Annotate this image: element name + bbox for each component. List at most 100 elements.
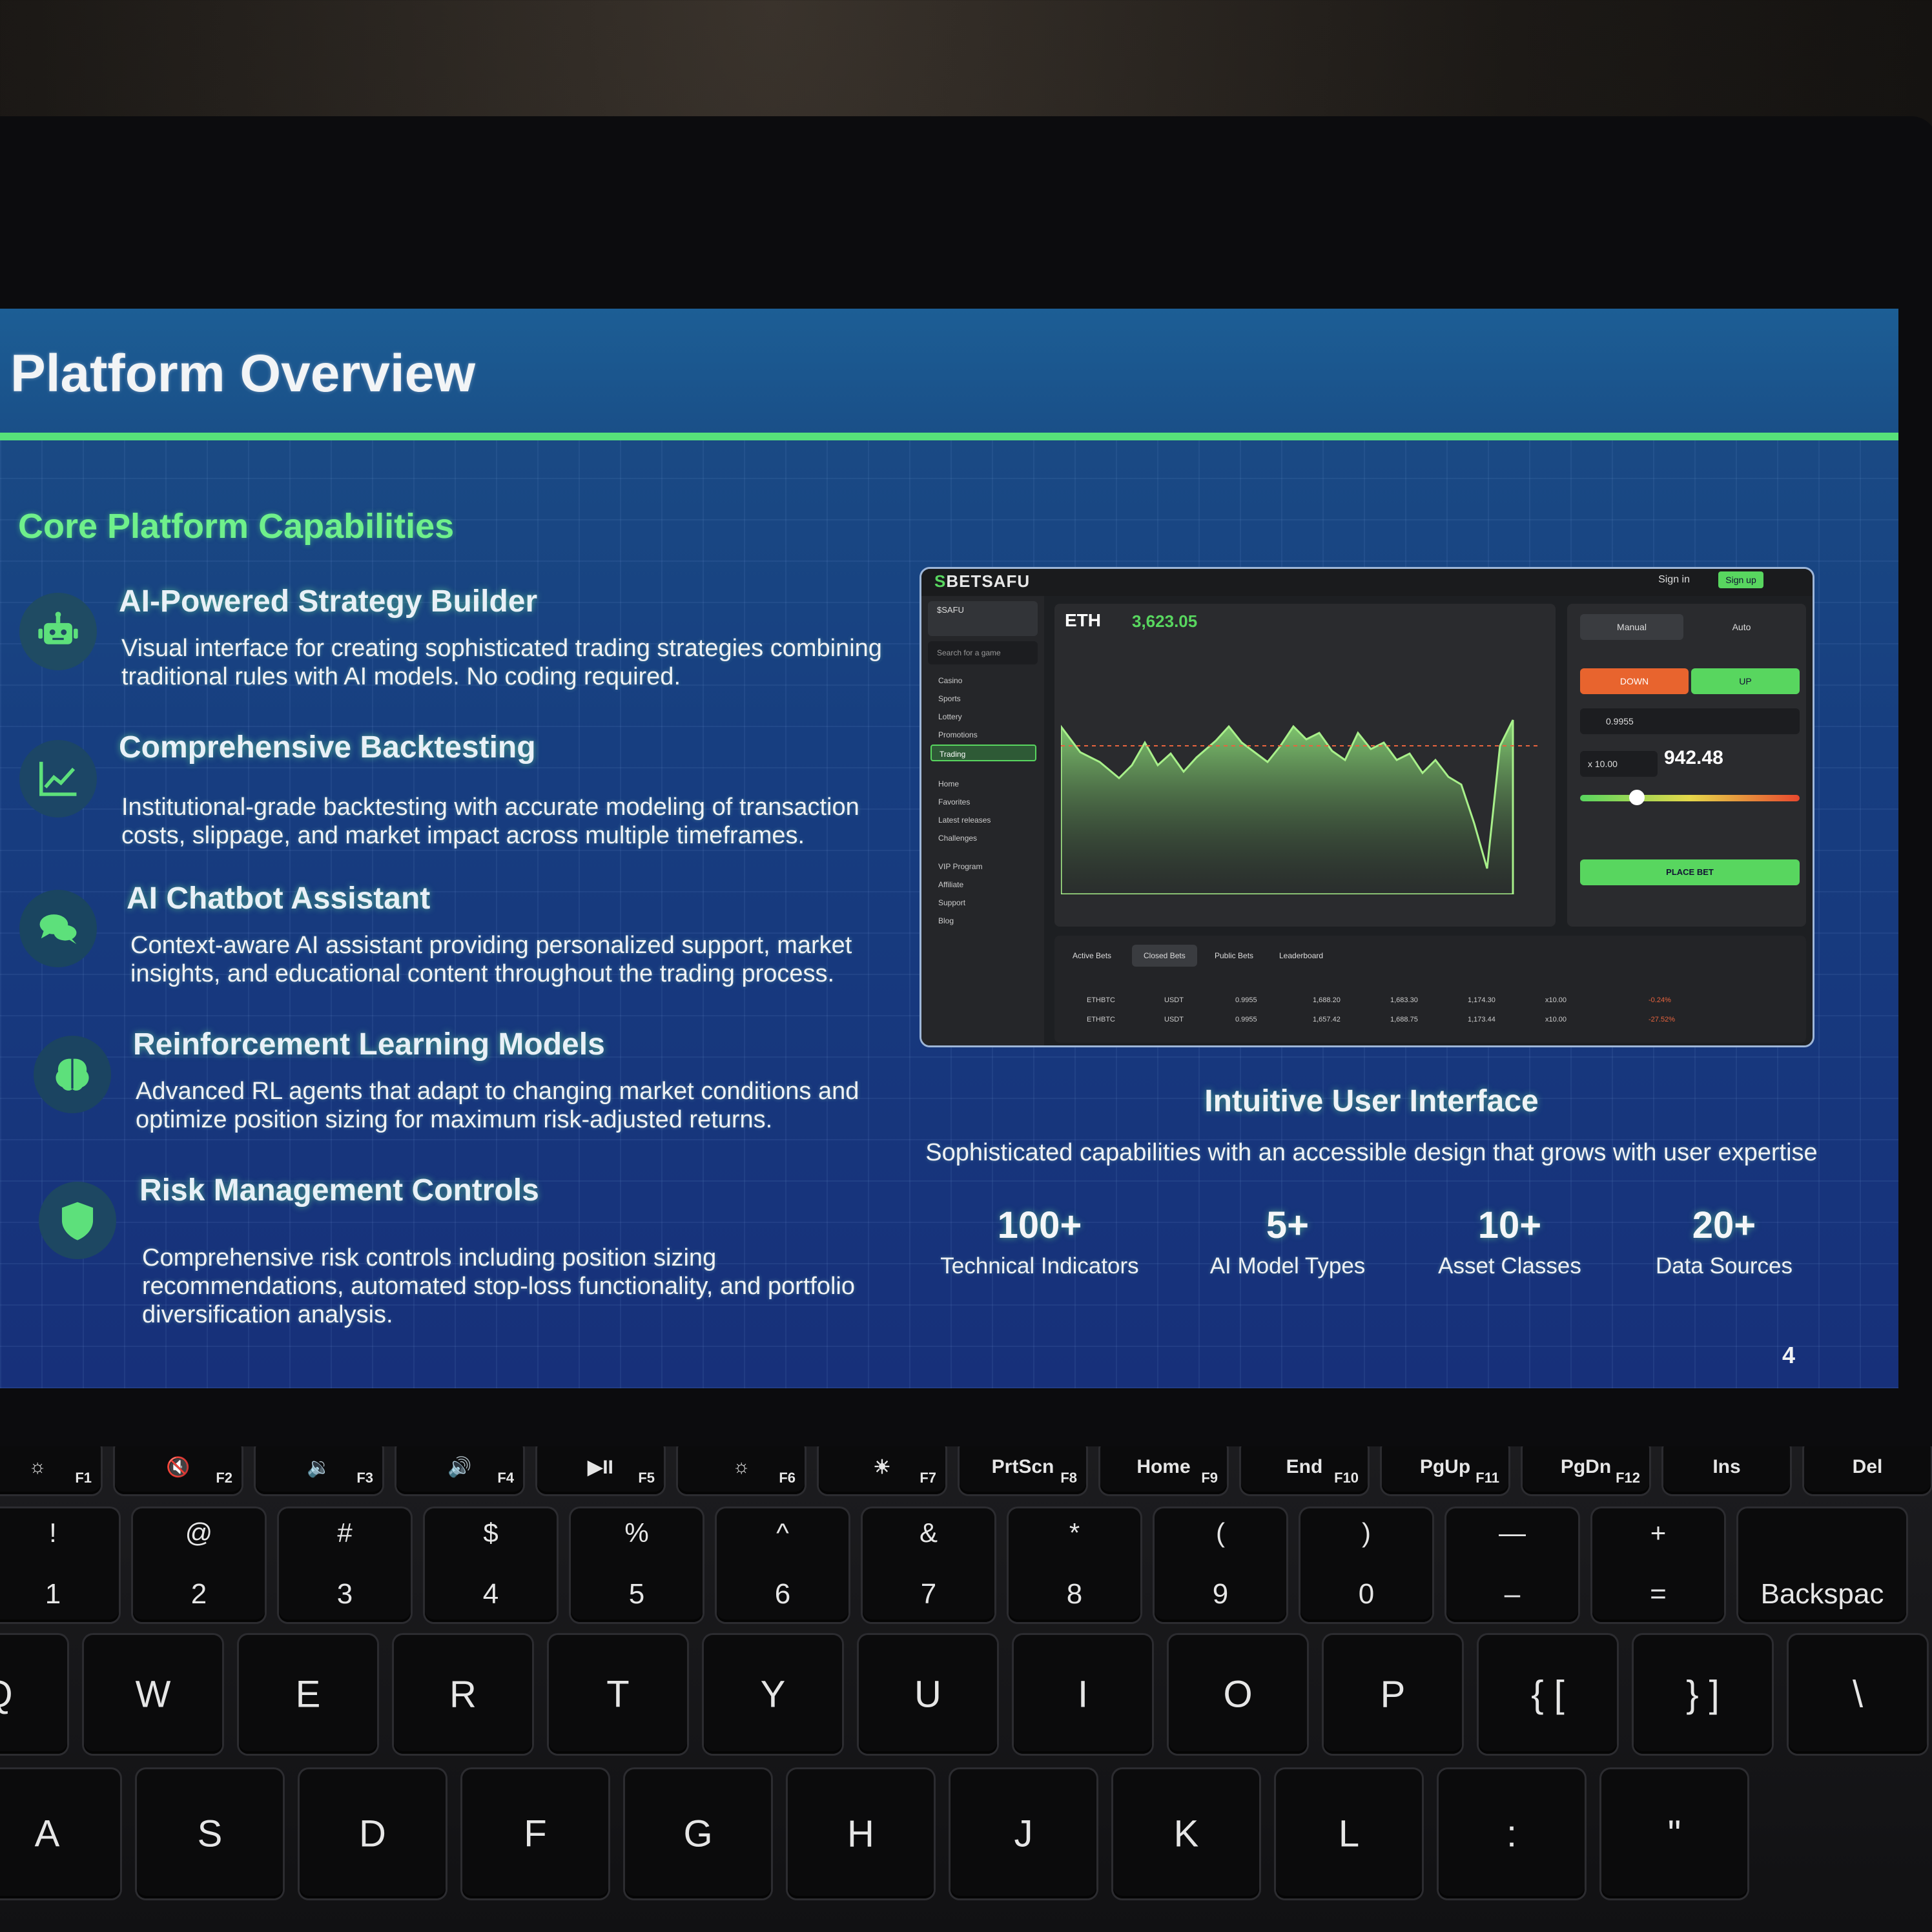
key-f4[interactable]: 🔊 F4 xyxy=(396,1446,523,1494)
sidebar-item-support[interactable]: Support xyxy=(930,894,1036,911)
sidebar-item-affiliate[interactable]: Affiliate xyxy=(930,876,1036,893)
key-label: K xyxy=(1173,1813,1199,1855)
sidebar-item-home[interactable]: Home xyxy=(930,776,1036,792)
key-8[interactable]: * 8 xyxy=(1009,1508,1140,1622)
search-input[interactable]: Search for a game xyxy=(928,641,1038,664)
key-punct[interactable]: " xyxy=(1601,1769,1747,1898)
key-0[interactable]: ) 0 xyxy=(1300,1508,1432,1622)
key-j[interactable]: J xyxy=(951,1769,1096,1898)
multiplier-input[interactable]: x 10.00 xyxy=(1580,751,1658,777)
tab-leaderboard[interactable]: Leaderboard xyxy=(1268,945,1335,967)
feature-description: Visual interface for creating sophistica… xyxy=(121,635,882,690)
stat-value: 100+ xyxy=(997,1204,1082,1246)
key-f2[interactable]: 🔇 F2 xyxy=(115,1446,242,1494)
place-bet-button[interactable]: PLACE BET xyxy=(1580,859,1800,885)
key-f8[interactable]: PrtScn F8 xyxy=(960,1446,1086,1494)
tab-public-bets[interactable]: Public Bets xyxy=(1203,945,1265,967)
key-[interactable]: } ] xyxy=(1634,1635,1772,1754)
feature-title: Risk Management Controls xyxy=(139,1173,539,1208)
slider-handle[interactable] xyxy=(1629,790,1645,805)
key-l[interactable]: L xyxy=(1276,1769,1422,1898)
key-f3[interactable]: 🔉 F3 xyxy=(256,1446,382,1494)
key-fn-label: F6 xyxy=(779,1470,796,1486)
key-i[interactable]: I xyxy=(1014,1635,1152,1754)
key-label: 8 xyxy=(1066,1578,1083,1610)
key-f12[interactable]: PgDn F12 xyxy=(1523,1446,1649,1494)
sidebar-item-sports[interactable]: Sports xyxy=(930,690,1036,707)
bet-cell-wager: 0.9955 xyxy=(1235,1016,1257,1023)
key-f10[interactable]: End F10 xyxy=(1241,1446,1368,1494)
key-f9[interactable]: Home F9 xyxy=(1100,1446,1227,1494)
key-punct[interactable]: : xyxy=(1439,1769,1585,1898)
asset-label[interactable]: ETH xyxy=(1065,610,1101,631)
tab-active-bets[interactable]: Active Bets xyxy=(1061,945,1123,967)
sidebar-item-vip-program[interactable]: VIP Program xyxy=(930,858,1036,875)
key-u[interactable]: U xyxy=(859,1635,997,1754)
key-label: 2 xyxy=(190,1578,207,1610)
key-[interactable]: { [ xyxy=(1479,1635,1617,1754)
sign-in-link[interactable]: Sign in xyxy=(1658,574,1690,586)
sidebar-item-lottery[interactable]: Lottery xyxy=(930,708,1036,725)
multiplier-slider[interactable] xyxy=(1580,795,1800,801)
sidebar-item-favorites[interactable]: Favorites xyxy=(930,794,1036,810)
sign-up-button[interactable]: Sign up xyxy=(1718,571,1763,588)
key-del[interactable]: Del xyxy=(1804,1446,1931,1494)
key-f1[interactable]: ☼ F1 xyxy=(0,1446,101,1494)
section-title: Core Platform Capabilities xyxy=(18,507,455,546)
tab-closed-bets[interactable]: Closed Bets xyxy=(1132,945,1197,967)
key-h[interactable]: H xyxy=(788,1769,934,1898)
key-k[interactable]: K xyxy=(1113,1769,1259,1898)
key-shift-label: — xyxy=(1499,1517,1526,1548)
up-button[interactable]: UP xyxy=(1691,668,1800,694)
key-3[interactable]: #3 xyxy=(279,1508,411,1622)
sidebar-item-blog[interactable]: Blog xyxy=(930,912,1036,929)
key-f[interactable]: F xyxy=(462,1769,608,1898)
key-g[interactable]: G xyxy=(625,1769,771,1898)
key-6[interactable]: ^ 6 xyxy=(717,1508,848,1622)
key-2[interactable]: @2 xyxy=(133,1508,265,1622)
key-label: R xyxy=(449,1673,477,1716)
key-–[interactable]: — – xyxy=(1446,1508,1578,1622)
table-row[interactable]: ETHBTC USDT 0.9955 1,688.20 1,683.30 1,174.30… xyxy=(1067,994,1791,1009)
key-4[interactable]: $4 xyxy=(425,1508,557,1622)
key-d[interactable]: D xyxy=(300,1769,446,1898)
key-y[interactable]: Y xyxy=(704,1635,842,1754)
key-label: S xyxy=(197,1813,223,1855)
key-5[interactable]: % 5 xyxy=(571,1508,703,1622)
down-button[interactable]: DOWN xyxy=(1580,668,1689,694)
tab-manual[interactable]: Manual xyxy=(1580,614,1683,640)
key-ins[interactable]: Ins xyxy=(1663,1446,1790,1494)
key-t[interactable]: T xyxy=(549,1635,687,1754)
key-1[interactable]: ! 1 xyxy=(0,1508,119,1622)
tab-auto[interactable]: Auto xyxy=(1690,614,1793,640)
key-s[interactable]: S xyxy=(137,1769,283,1898)
brain-icon xyxy=(34,1036,111,1113)
key-label: W xyxy=(135,1673,171,1716)
key-e[interactable]: E xyxy=(239,1635,377,1754)
key-7[interactable]: & 7 xyxy=(863,1508,994,1622)
key-f7[interactable]: ☀ F7 xyxy=(819,1446,945,1494)
sidebar-item-promotions[interactable]: Promotions xyxy=(930,726,1036,743)
table-row[interactable]: ETHBTC USDT 0.9955 1,657.42 1,688.75 1,173.44… xyxy=(1067,1013,1791,1029)
key-backspac[interactable]: Backspac xyxy=(1738,1508,1906,1622)
key-[interactable]: \ xyxy=(1789,1635,1927,1754)
key-fn-label: F12 xyxy=(1616,1470,1640,1486)
wager-input[interactable]: 0.9955 xyxy=(1580,708,1800,734)
sidebar-item-trading[interactable]: Trading xyxy=(930,745,1036,761)
key-w[interactable]: W xyxy=(84,1635,222,1754)
key-f6[interactable]: ☼ F6 xyxy=(678,1446,805,1494)
key-p[interactable]: P xyxy=(1324,1635,1462,1754)
sidebar-item-casino[interactable]: Casino xyxy=(930,672,1036,689)
key-q[interactable]: Q xyxy=(0,1635,67,1754)
sidebar-item-challenges[interactable]: Challenges xyxy=(930,830,1036,847)
price-chart xyxy=(1061,719,1539,894)
key-=[interactable]: + = xyxy=(1592,1508,1724,1622)
key-9[interactable]: (9 xyxy=(1155,1508,1286,1622)
key-f5[interactable]: ▶II F5 xyxy=(537,1446,664,1494)
key-r[interactable]: R xyxy=(394,1635,532,1754)
key-o[interactable]: O xyxy=(1169,1635,1307,1754)
sidebar-item-latest-releases[interactable]: Latest releases xyxy=(930,812,1036,828)
key-f11[interactable]: PgUp F11 xyxy=(1382,1446,1508,1494)
key-label: } ] xyxy=(1686,1673,1720,1716)
key-a[interactable]: A xyxy=(0,1769,120,1898)
